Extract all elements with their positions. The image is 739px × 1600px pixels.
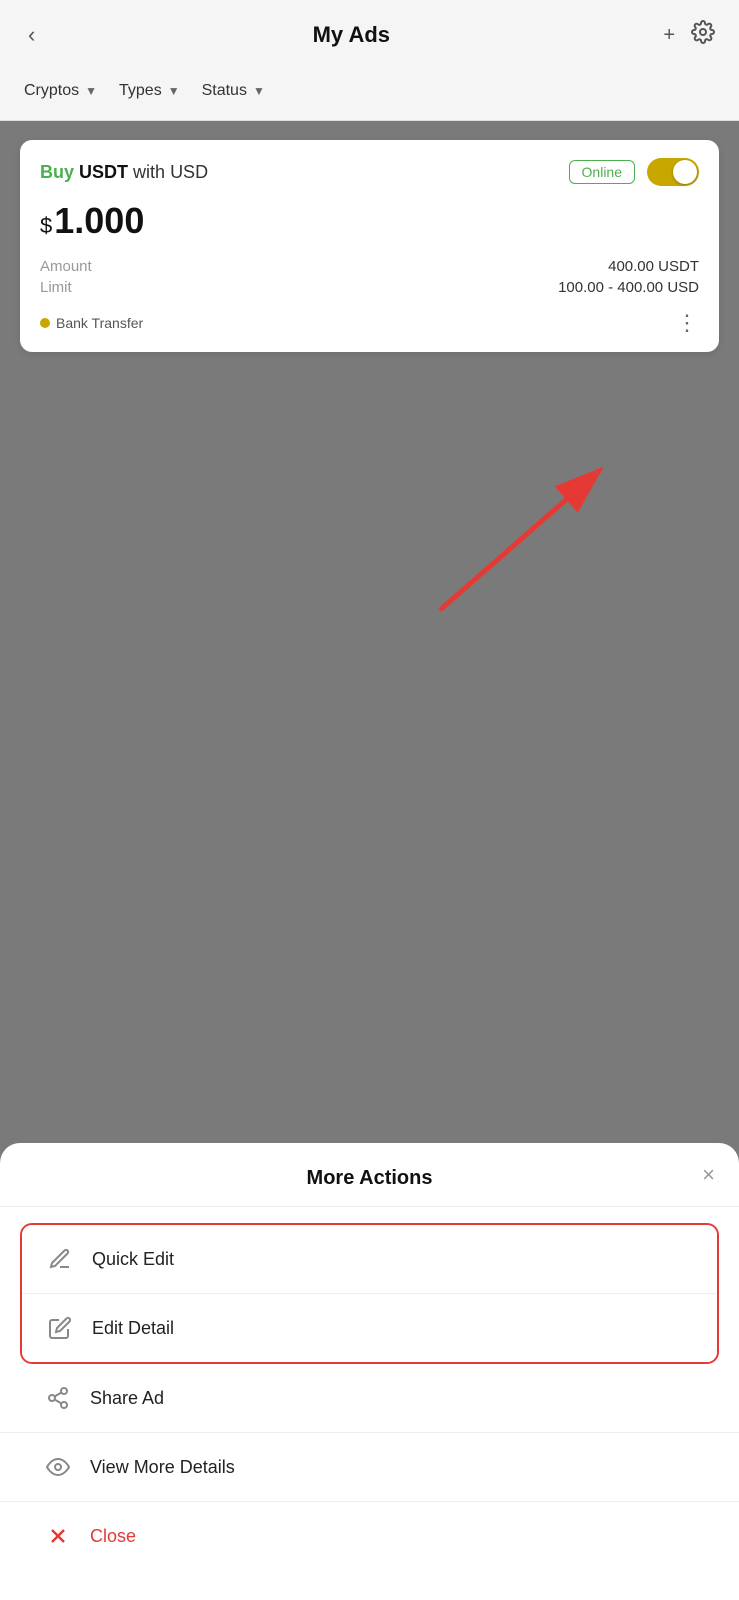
ad-details: Amount 400.00 USDT Limit 100.00 - 400.00… xyxy=(40,258,699,296)
highlighted-action-group: Quick Edit Edit Detail xyxy=(20,1223,719,1364)
edit-pencil-icon xyxy=(46,1247,74,1271)
ad-title: Buy USDT with USD xyxy=(40,162,208,183)
filter-cryptos[interactable]: Cryptos ▼ xyxy=(20,76,115,106)
bottom-sheet-title: More Actions xyxy=(307,1167,433,1190)
chevron-down-icon: ▼ xyxy=(85,84,97,98)
price-symbol: $ xyxy=(40,213,52,238)
share-ad-button[interactable]: Share Ad xyxy=(0,1364,739,1433)
eye-icon xyxy=(44,1455,72,1479)
buy-label: Buy xyxy=(40,162,74,182)
more-options-button[interactable]: ⋮ xyxy=(676,310,699,336)
status-badge: Online xyxy=(569,160,635,184)
close-action-button[interactable]: Close xyxy=(0,1502,739,1570)
header: ‹ My Ads + xyxy=(0,0,739,66)
quick-edit-label: Quick Edit xyxy=(92,1249,174,1270)
ad-card-header: Buy USDT with USD Online xyxy=(40,158,699,186)
limit-row: Limit 100.00 - 400.00 USD xyxy=(40,279,699,296)
amount-row: Amount 400.00 USDT xyxy=(40,258,699,275)
edit-box-icon xyxy=(46,1316,74,1340)
with-text: with xyxy=(133,162,170,182)
page-title: My Ads xyxy=(313,22,390,48)
ad-card-wrapper: Buy USDT with USD Online $1.000 Amount 4… xyxy=(20,140,719,352)
ad-toggle[interactable] xyxy=(647,158,699,186)
chevron-down-icon: ▼ xyxy=(168,84,180,98)
close-label: Close xyxy=(90,1526,136,1547)
currency-label: USD xyxy=(170,162,208,182)
share-ad-label: Share Ad xyxy=(90,1388,164,1409)
quick-edit-button[interactable]: Quick Edit xyxy=(22,1225,717,1294)
amount-label: Amount xyxy=(40,258,92,275)
crypto-label: USDT xyxy=(79,162,128,182)
chevron-down-icon: ▼ xyxy=(253,84,265,98)
view-more-button[interactable]: View More Details xyxy=(0,1433,739,1502)
settings-button[interactable] xyxy=(691,20,715,50)
price-value: 1.000 xyxy=(54,200,144,241)
ad-card: Buy USDT with USD Online $1.000 Amount 4… xyxy=(20,140,719,352)
filter-status-label: Status xyxy=(202,82,247,100)
ad-price: $1.000 xyxy=(40,200,699,242)
limit-value: 100.00 - 400.00 USD xyxy=(558,279,699,296)
ad-card-right: Online xyxy=(569,158,699,186)
bank-dot-icon xyxy=(40,318,50,328)
edit-detail-button[interactable]: Edit Detail xyxy=(22,1294,717,1362)
toggle-thumb xyxy=(673,160,697,184)
header-right: + xyxy=(663,20,715,50)
amount-value: 400.00 USDT xyxy=(608,258,699,275)
header-left: ‹ xyxy=(24,18,39,52)
filter-types[interactable]: Types ▼ xyxy=(115,76,198,106)
filter-status[interactable]: Status ▼ xyxy=(198,76,283,106)
close-icon xyxy=(44,1524,72,1548)
limit-label: Limit xyxy=(40,279,72,296)
payment-badge: Bank Transfer xyxy=(40,315,143,331)
payment-method: Bank Transfer xyxy=(56,315,143,331)
edit-detail-label: Edit Detail xyxy=(92,1318,174,1339)
view-more-label: View More Details xyxy=(90,1457,235,1478)
close-sheet-button[interactable]: × xyxy=(702,1162,715,1188)
add-button[interactable]: + xyxy=(663,24,675,47)
ad-card-footer: Bank Transfer ⋮ xyxy=(40,310,699,336)
back-button[interactable]: ‹ xyxy=(24,18,39,52)
filter-types-label: Types xyxy=(119,82,162,100)
bottom-sheet-header: More Actions × xyxy=(0,1143,739,1207)
bottom-sheet: More Actions × Quick Edit Edit Detail xyxy=(0,1143,739,1600)
top-area: ‹ My Ads + Cryptos ▼ Types ▼ Status ▼ xyxy=(0,0,739,121)
filter-cryptos-label: Cryptos xyxy=(24,82,79,100)
share-icon xyxy=(44,1386,72,1410)
filter-bar: Cryptos ▼ Types ▼ Status ▼ xyxy=(0,66,739,121)
